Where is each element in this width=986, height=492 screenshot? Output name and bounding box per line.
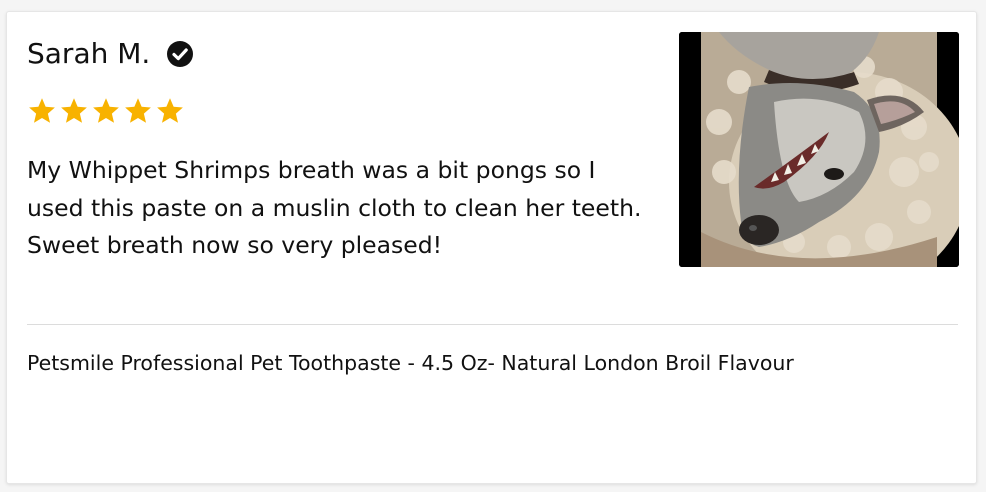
product-name[interactable]: Petsmile Professional Pet Toothpaste - 4… xyxy=(27,348,957,378)
reviewer-name: Sarah M. xyxy=(27,37,151,70)
star-icon xyxy=(125,98,151,123)
star-icon xyxy=(29,98,55,123)
verified-check-icon xyxy=(167,41,194,67)
whippet-dog-photo xyxy=(679,32,959,267)
review-text: My Whippet Shrimps breath was a bit pong… xyxy=(27,156,642,259)
reviewer-header: Sarah M. xyxy=(27,36,194,72)
review-photo[interactable] xyxy=(679,32,959,267)
star-icon xyxy=(157,98,183,123)
star-icon xyxy=(93,98,119,123)
review-card: Sarah M. My Whippet Shrimps breath was a… xyxy=(6,11,977,484)
divider xyxy=(27,324,958,325)
star-icon xyxy=(61,98,87,123)
star-rating xyxy=(27,96,185,126)
